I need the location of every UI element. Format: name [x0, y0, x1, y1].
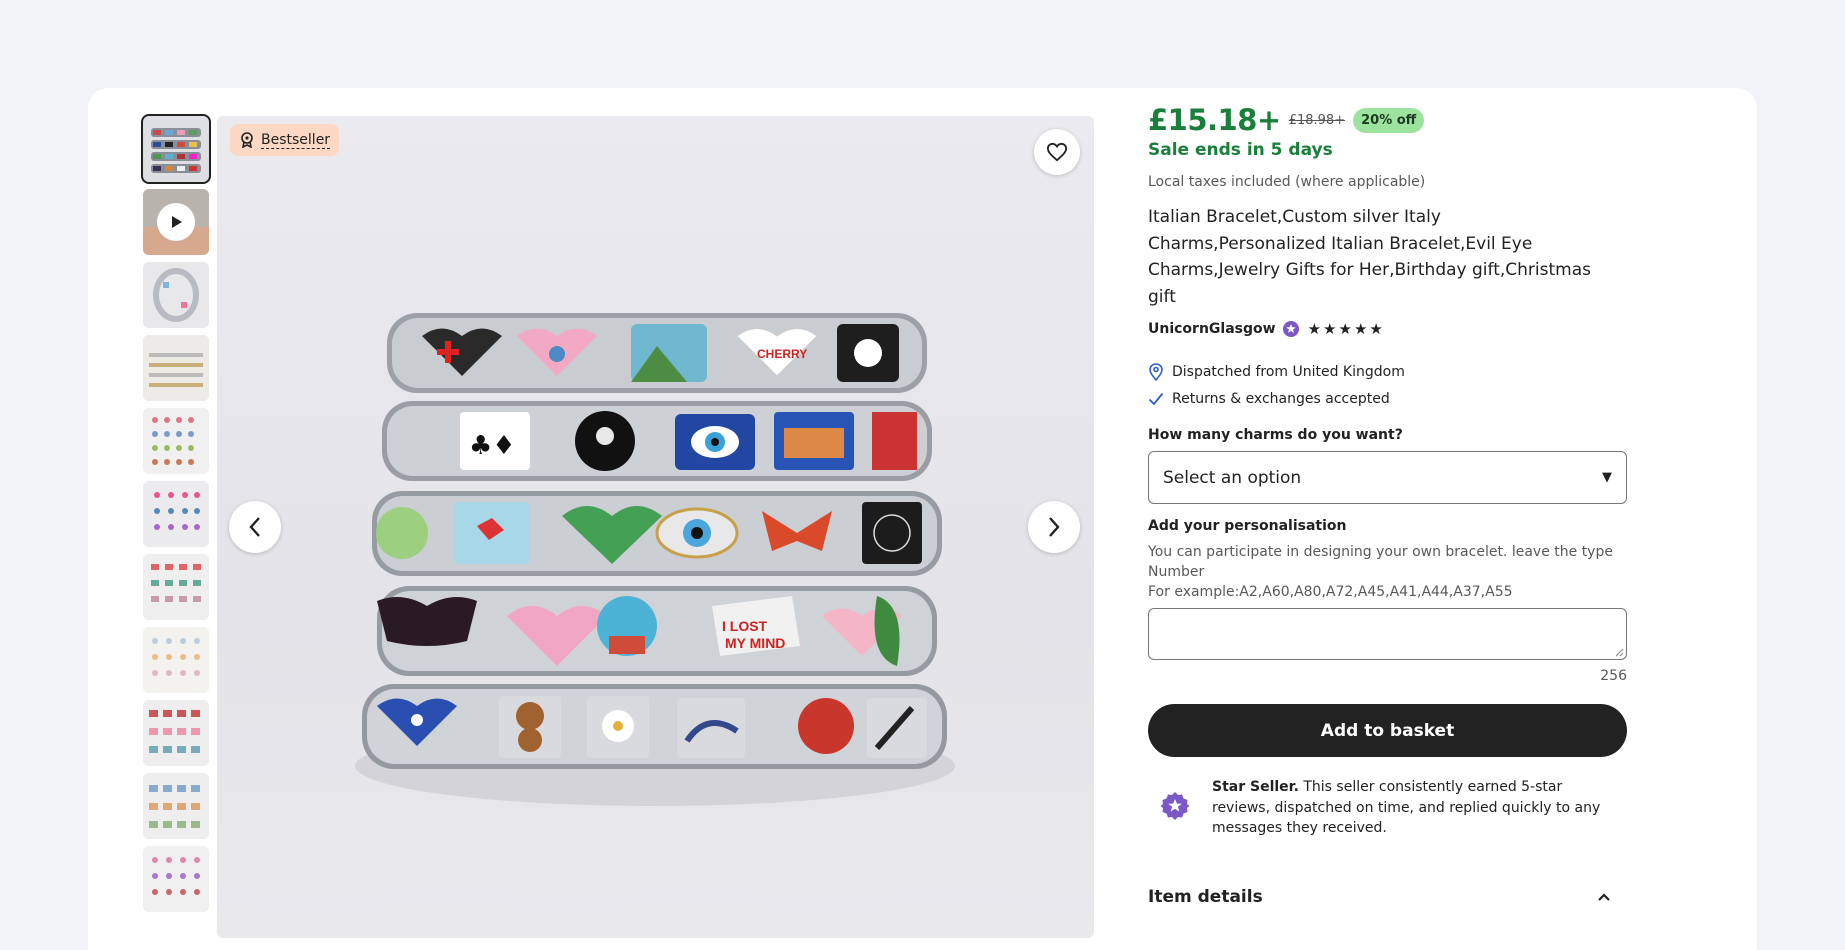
taxes-note: Local taxes included (where applicable) — [1148, 174, 1426, 190]
dispatch-row: Dispatched from United Kingdom — [1148, 358, 1628, 385]
svg-text:CHERRY: CHERRY — [757, 347, 807, 361]
location-pin-icon — [1149, 362, 1163, 381]
previous-image-button[interactable] — [229, 501, 281, 553]
add-to-basket-button[interactable]: Add to basket — [1148, 704, 1627, 757]
next-image-button[interactable] — [1028, 501, 1080, 553]
seller-name[interactable]: UnicornGlasgow — [1148, 321, 1276, 337]
svg-text:I LOST: I LOST — [722, 618, 768, 634]
checkmark-icon — [1148, 392, 1164, 405]
thumbnail-image[interactable] — [143, 627, 209, 693]
star-seller-icon — [1160, 792, 1190, 820]
charms-select-value: Select an option — [1163, 467, 1302, 488]
discount-badge: 20% off — [1353, 107, 1425, 133]
star-icon: ★ — [1323, 320, 1337, 338]
returns-text: Returns & exchanges accepted — [1172, 390, 1390, 407]
bracelet-stack-image: CHERRY ♣♦ I LOST MY MIND — [355, 313, 955, 806]
svg-text:♣♦: ♣♦ — [469, 431, 516, 461]
shipping-meta: Dispatched from United Kingdom Returns &… — [1148, 358, 1628, 412]
personalisation-textarea[interactable] — [1148, 608, 1627, 660]
thumbnail-image[interactable] — [143, 700, 209, 766]
heart-icon — [1046, 142, 1068, 162]
chevron-left-icon — [249, 517, 260, 537]
main-product-image: CHERRY ♣♦ I LOST MY MIND Bestseller — [217, 116, 1094, 938]
charms-question-label: How many charms do you want? — [1148, 427, 1403, 443]
favorite-button[interactable] — [1034, 129, 1080, 175]
charms-select[interactable]: Select an option ▼ — [1148, 451, 1627, 504]
dispatch-text: Dispatched from United Kingdom — [1172, 363, 1405, 380]
personalisation-instructions: You can participate in designing your ow… — [1148, 542, 1628, 602]
star-seller-badge-icon — [1282, 321, 1299, 337]
star-icon: ★ — [1369, 320, 1383, 338]
item-details-toggle[interactable]: Item details — [1148, 887, 1627, 907]
thumbnail-image[interactable] — [143, 773, 209, 839]
svg-text:MY MIND: MY MIND — [725, 635, 785, 651]
award-icon — [241, 132, 253, 148]
instructions-example: For example:A2,A60,A80,A72,A45,A41,A44,A… — [1148, 584, 1513, 600]
price-row: £15.18+ £18.98+ 20% off — [1148, 100, 1628, 140]
play-icon — [157, 203, 195, 241]
caret-down-icon: ▼ — [1602, 470, 1612, 485]
thumbnail-image[interactable] — [143, 262, 209, 328]
thumbnail-image[interactable] — [141, 114, 211, 184]
star-icon: ★ — [1338, 320, 1352, 338]
instructions-line: You can participate in designing your ow… — [1148, 544, 1613, 580]
chevron-up-icon — [1598, 892, 1610, 901]
thumbnail-image[interactable] — [143, 481, 209, 547]
returns-row: Returns & exchanges accepted — [1148, 385, 1628, 412]
character-counter: 256 — [1600, 668, 1627, 684]
thumbnail-video[interactable] — [143, 189, 209, 255]
sale-price: £15.18+ — [1148, 103, 1281, 137]
star-seller-text: Star Seller. This seller consistently ea… — [1212, 777, 1622, 839]
original-price: £18.98+ — [1288, 112, 1346, 128]
chevron-right-icon — [1049, 517, 1060, 537]
seller-info: UnicornGlasgow ★ ★ ★ ★ ★ — [1148, 320, 1628, 338]
star-icon: ★ — [1307, 320, 1322, 338]
rating-stars[interactable]: ★ ★ ★ ★ ★ — [1308, 320, 1383, 338]
resize-grip-icon[interactable] — [1614, 647, 1624, 657]
thumbnail-image[interactable] — [143, 408, 209, 474]
star-seller-title: Star Seller. — [1212, 779, 1299, 795]
bestseller-label: Bestseller — [261, 131, 331, 149]
item-details-label: Item details — [1148, 886, 1263, 907]
bestseller-badge[interactable]: Bestseller — [230, 124, 340, 156]
star-seller-section: Star Seller. This seller consistently ea… — [1148, 777, 1628, 839]
personalisation-label: Add your personalisation — [1148, 518, 1347, 534]
star-icon: ★ — [1353, 320, 1368, 338]
sale-ends-text: Sale ends in 5 days — [1148, 140, 1333, 160]
thumbnail-image[interactable] — [143, 335, 209, 401]
thumbnail-image[interactable] — [143, 554, 209, 620]
thumbnail-image[interactable] — [143, 846, 209, 912]
thumbnail-strip — [141, 114, 211, 919]
buy-box: £15.18+ £18.98+ 20% off Sale ends in 5 d… — [1148, 100, 1628, 907]
listing-title: Italian Bracelet,Custom silver Italy Cha… — [1148, 207, 1591, 307]
